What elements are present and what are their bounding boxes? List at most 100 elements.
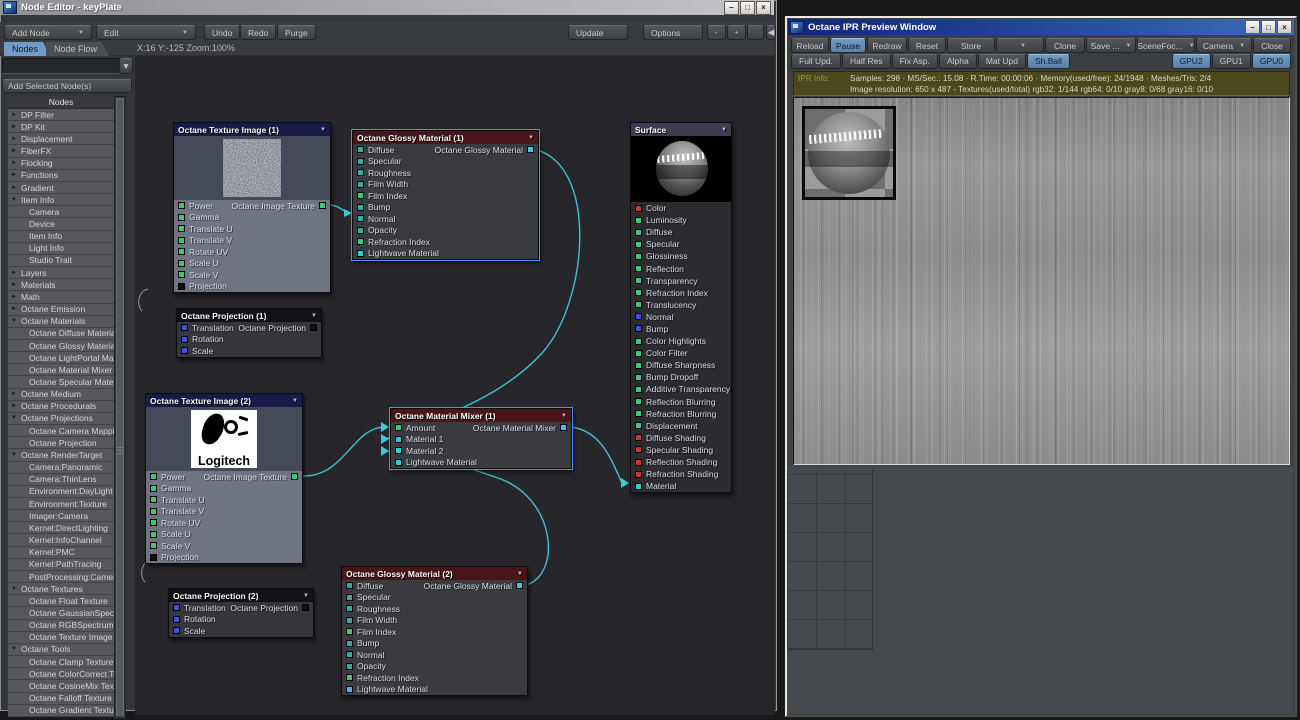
minimize-button[interactable]: – — [1245, 20, 1260, 34]
add-selected-nodes-button[interactable]: Add Selected Node(s) — [2, 79, 132, 93]
node-input-row[interactable]: Refraction Index — [631, 287, 731, 299]
expand-arrow-icon[interactable]: ► — [11, 306, 20, 312]
node-input-row[interactable]: Translate U — [174, 223, 330, 235]
node-input-row[interactable]: Transparency — [631, 275, 731, 287]
sidebar-item[interactable]: Octane Diffuse Material — [8, 327, 114, 340]
node-output[interactable]: Octane Projection — [238, 323, 317, 333]
node-input-row[interactable]: Scale U — [174, 258, 330, 270]
node-input-row[interactable]: Diffuse Shading — [631, 432, 731, 444]
node-input-row[interactable]: Refraction Index — [353, 236, 538, 248]
sidebar-item[interactable]: ► Flocking — [8, 157, 114, 170]
sidebar-item[interactable]: Octane GaussianSpectrum — [8, 607, 114, 620]
ipr-button-fix-asp[interactable]: Fix Asp. — [891, 53, 938, 69]
sidebar-item[interactable]: ▼ Octane Textures — [8, 583, 114, 596]
node-input-row[interactable]: Lightwave Material — [391, 457, 571, 469]
expand-arrow-icon[interactable]: ► — [11, 112, 20, 118]
sidebar-item[interactable]: ► Materials — [8, 279, 114, 292]
node-titlebar[interactable]: Octane Texture Image (2) ▼ — [146, 394, 302, 407]
input-port[interactable] — [635, 204, 642, 212]
sidebar-item[interactable]: Octane Specular Material — [8, 376, 114, 389]
output-port[interactable] — [310, 324, 317, 332]
node-input-row[interactable]: Scale — [169, 625, 313, 637]
sidebar-item[interactable]: Octane Material Mixer — [8, 364, 114, 377]
ipr-button-reset[interactable]: Reset — [908, 38, 946, 53]
node-input-row[interactable]: Rotate UV — [174, 246, 330, 258]
input-port[interactable] — [635, 337, 642, 345]
node-input-row[interactable]: Translation Octane Projection — [169, 602, 313, 614]
node-output[interactable]: Octane Glossy Material — [435, 145, 534, 155]
input-port[interactable] — [357, 249, 364, 257]
node-input-row[interactable]: Rotation — [177, 334, 321, 346]
undo-button[interactable]: Undo — [204, 25, 241, 40]
sidebar-item[interactable]: Octane Clamp Texture — [8, 656, 114, 669]
input-port[interactable] — [635, 470, 642, 478]
output-port[interactable] — [527, 146, 534, 154]
node-input-row[interactable]: Displacement — [631, 420, 731, 432]
gpu-toggle-gpu2[interactable]: GPU2 — [1171, 53, 1211, 69]
node-input-row[interactable]: Power Octane Image Texture — [174, 200, 330, 212]
sidebar-item[interactable]: ► Gradient — [8, 181, 114, 195]
sidebar-item[interactable]: Studio Trait — [8, 254, 114, 268]
collapse-arrow-icon[interactable]: ▼ — [11, 197, 20, 203]
node-input-row[interactable]: Projection — [146, 552, 302, 564]
input-port[interactable] — [635, 301, 642, 309]
add-node-dropdown[interactable]: Add Node ▼ — [4, 25, 92, 40]
node-list-scrollbar[interactable] — [114, 96, 126, 719]
sidebar-item[interactable]: ► Functions — [8, 169, 114, 182]
ipr-button-close[interactable]: Close — [1253, 38, 1291, 53]
node-editor-titlebar[interactable]: Node Editor - keyPlate – □ × — [0, 0, 774, 15]
node-input-row[interactable]: Specular — [631, 238, 731, 250]
input-port[interactable] — [178, 259, 185, 267]
collapse-arrow-icon[interactable]: ▼ — [11, 318, 20, 324]
node-search-input[interactable] — [2, 58, 124, 74]
node-output[interactable]: Octane Glossy Material — [424, 581, 523, 591]
ipr-titlebar[interactable]: Octane IPR Preview Window – □ × — [788, 19, 1294, 35]
graph-node-octane-projection-2[interactable]: Octane Projection (2) ▼ Translation Octane … — [168, 588, 314, 638]
node-input-row[interactable]: Translate V — [146, 506, 302, 518]
expand-arrow-icon[interactable]: ► — [11, 160, 20, 166]
input-port[interactable] — [181, 324, 188, 332]
node-titlebar[interactable]: Octane Projection (2) ▼ — [169, 589, 313, 602]
node-input-row[interactable]: Translate U — [146, 494, 302, 506]
node-input-row[interactable]: Bump — [353, 202, 538, 214]
input-port[interactable] — [357, 226, 364, 234]
input-port[interactable] — [150, 553, 157, 561]
node-titlebar[interactable]: Octane Texture Image (1) ▼ — [174, 123, 330, 136]
input-port[interactable] — [635, 240, 642, 248]
node-input-row[interactable]: Translation Octane Projection — [177, 322, 321, 334]
chevron-down-icon[interactable]: ▼ — [517, 571, 523, 577]
sidebar-item[interactable]: ► Math — [8, 291, 114, 304]
node-input-row[interactable]: Refraction Shading — [631, 468, 731, 480]
node-input-row[interactable]: Film Index — [342, 626, 527, 638]
input-port[interactable] — [150, 496, 157, 504]
graph-node-octane-glossy-material-2[interactable]: Octane Glossy Material (2) ▼ Diffuse Octane… — [341, 566, 528, 696]
input-port[interactable] — [346, 651, 353, 659]
chevron-down-icon[interactable]: ▼ — [303, 593, 309, 599]
node-input-row[interactable]: Bump — [342, 638, 527, 650]
node-output[interactable]: Octane Projection — [230, 603, 309, 613]
sidebar-item[interactable]: ▼ Octane Projections — [8, 412, 114, 426]
graph-node-octane-texture-image-1[interactable]: Octane Texture Image (1) ▼ Power Octane Im… — [173, 122, 331, 293]
node-input-row[interactable]: Roughness — [353, 167, 538, 179]
input-port[interactable] — [395, 424, 402, 432]
ipr-button-half-res[interactable]: Half Res — [842, 53, 891, 69]
node-input-row[interactable]: Reflection Shading — [631, 456, 731, 468]
shader-ball-thumbnail[interactable] — [802, 106, 896, 200]
input-port[interactable] — [395, 458, 402, 466]
sidebar-item[interactable]: ► Octane Emission — [8, 303, 114, 316]
sidebar-item[interactable]: Octane Camera Mapping — [8, 425, 114, 438]
chevron-down-icon[interactable]: ▼ — [721, 127, 727, 133]
input-port[interactable] — [635, 216, 642, 224]
node-titlebar[interactable]: Octane Projection (1) ▼ — [177, 309, 321, 322]
node-input-row[interactable]: Power Octane Image Texture — [146, 471, 302, 483]
node-titlebar[interactable]: Octane Glossy Material (2) ▼ — [342, 567, 527, 580]
sidebar-item[interactable]: Imager:Camera — [8, 510, 114, 523]
input-port[interactable] — [346, 639, 353, 647]
node-input-row[interactable]: Gamma — [174, 212, 330, 224]
sidebar-item[interactable]: Camera:ThinLens — [8, 473, 114, 486]
input-port[interactable] — [178, 202, 185, 210]
node-input-row[interactable]: Diffuse — [631, 226, 731, 238]
expand-arrow-icon[interactable]: ► — [11, 148, 20, 154]
input-port[interactable] — [178, 248, 185, 256]
ipr-button-camera[interactable]: Camera ▼ — [1196, 38, 1252, 53]
